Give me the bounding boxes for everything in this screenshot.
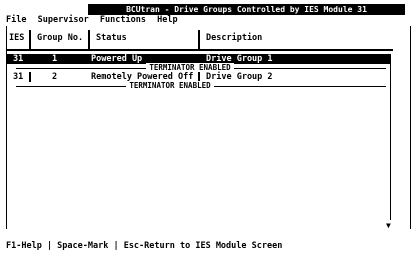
menu-bar: File Supervisor Functions Help (6, 14, 184, 26)
terminator-label: TERMINATOR ENABLED (100, 81, 240, 90)
cell-ies: 31 (13, 54, 24, 64)
column-header-status: Status (96, 33, 127, 43)
column-separator (29, 30, 31, 50)
terminator-label: TERMINATOR ENABLED (120, 63, 260, 72)
cell-ies: 31 (13, 72, 24, 82)
cell-description: Drive Group 2 (206, 72, 273, 82)
scrollbar[interactable]: ▲ ▼ (386, 52, 396, 230)
menu-functions[interactable]: Functions (100, 15, 146, 25)
status-bar: F1-Help | Space-Mark | Esc-Return to IES… (6, 241, 283, 251)
menu-help[interactable]: Help (157, 15, 177, 25)
cell-group-no: 2 (52, 72, 58, 82)
menu-supervisor[interactable]: Supervisor (38, 15, 89, 25)
cell-group-no: 1 (52, 54, 58, 64)
column-header-ies: IES (9, 33, 25, 43)
cell-status: Powered Up (91, 54, 143, 64)
column-separator (88, 30, 90, 50)
scroll-track[interactable] (390, 62, 391, 220)
scroll-up-arrow-icon[interactable]: ▲ (386, 52, 391, 60)
scroll-down-arrow-icon[interactable]: ▼ (386, 222, 391, 230)
column-header-group-no: Group No. (37, 33, 84, 43)
menu-file[interactable]: File (6, 15, 26, 25)
column-header-description: Description (206, 33, 263, 43)
column-separator (198, 30, 200, 50)
header-divider (7, 49, 393, 51)
